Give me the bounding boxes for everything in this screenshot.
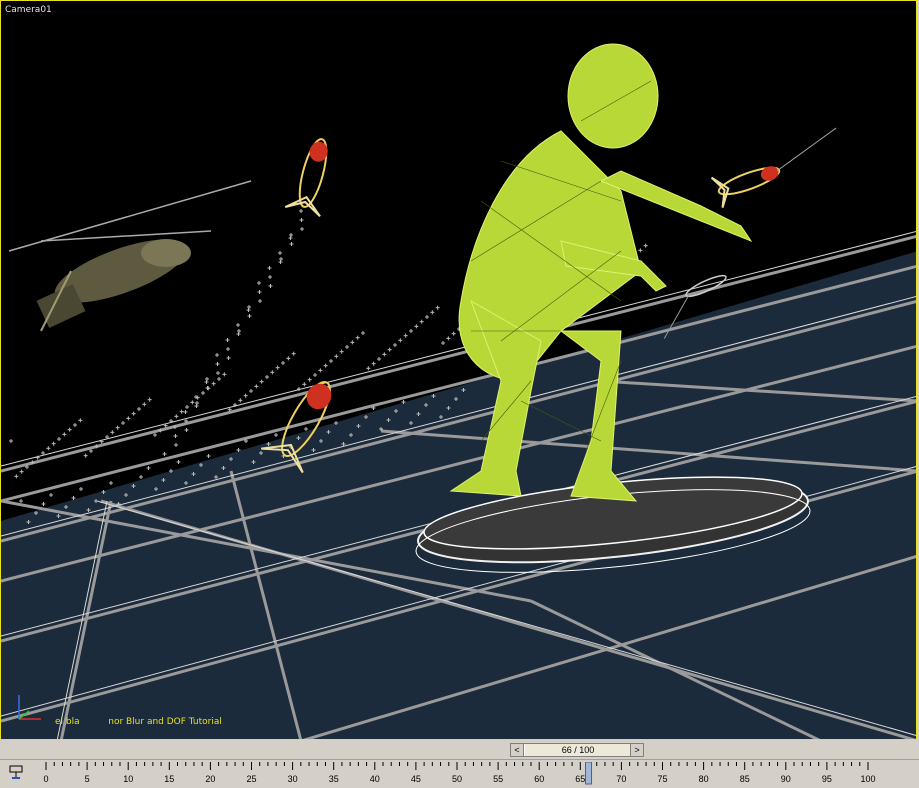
timeline-tick-label: 70 xyxy=(616,774,626,784)
key-mode-icon[interactable] xyxy=(8,764,26,780)
timeline-tick-label: 100 xyxy=(860,774,875,784)
timeline-tick-label: 60 xyxy=(534,774,544,784)
timeline-tick-label: 55 xyxy=(493,774,503,784)
timeline-tick-label: 40 xyxy=(370,774,380,784)
timeline-tick-label: 85 xyxy=(740,774,750,784)
timeline-tick-label: 30 xyxy=(288,774,298,784)
time-slider-bar: < 66 / 100 > xyxy=(0,741,919,759)
frame-ruler[interactable]: 0 5 10 15 20 25 30 35 40 45 50 55 60 65 70 75 80 85 90 95 10… xyxy=(38,762,914,786)
timeline-tick-label: 15 xyxy=(164,774,174,784)
timeline-tick-label: 25 xyxy=(246,774,256,784)
scene-render xyxy=(1,43,916,739)
timeline-tick-label: 95 xyxy=(822,774,832,784)
timeline-tick-label: 5 xyxy=(85,774,90,784)
helicopter-model xyxy=(8,180,252,332)
time-slider[interactable]: < 66 / 100 > xyxy=(510,743,644,757)
timeline-tick-label: 20 xyxy=(205,774,215,784)
next-frame-button[interactable]: > xyxy=(630,744,643,756)
timeline-tick-label: 45 xyxy=(411,774,421,784)
missile-right xyxy=(710,127,837,208)
prev-frame-button[interactable]: < xyxy=(511,744,524,756)
timeline-tick-label: 0 xyxy=(43,774,48,784)
timeline-tick-label: 35 xyxy=(329,774,339,784)
timeline-tick-label: 80 xyxy=(699,774,709,784)
camera-viewport[interactable]: Camera01 el bla nor Blur and DOF Tutoria… xyxy=(0,0,917,740)
viewport-overlay-text: el bla nor Blur and DOF Tutorial xyxy=(55,717,222,727)
timeline-tick-label: 10 xyxy=(123,774,133,784)
viewport-label[interactable]: Camera01 xyxy=(5,5,52,15)
timeline-tick-label: 65 xyxy=(575,774,585,784)
xyz-axis-icon xyxy=(18,695,41,720)
timeline-tick-label: 90 xyxy=(781,774,791,784)
timeline-track[interactable]: 0 5 10 15 20 25 30 35 40 45 50 55 60 65 70 75 80 85 90 95 10… xyxy=(0,759,919,788)
missile-top xyxy=(284,138,328,218)
timeline-tick-label: 75 xyxy=(657,774,667,784)
timeline-tick-label: 50 xyxy=(452,774,462,784)
playhead-marker xyxy=(585,762,593,785)
frame-indicator[interactable]: 66 / 100 xyxy=(524,744,632,756)
